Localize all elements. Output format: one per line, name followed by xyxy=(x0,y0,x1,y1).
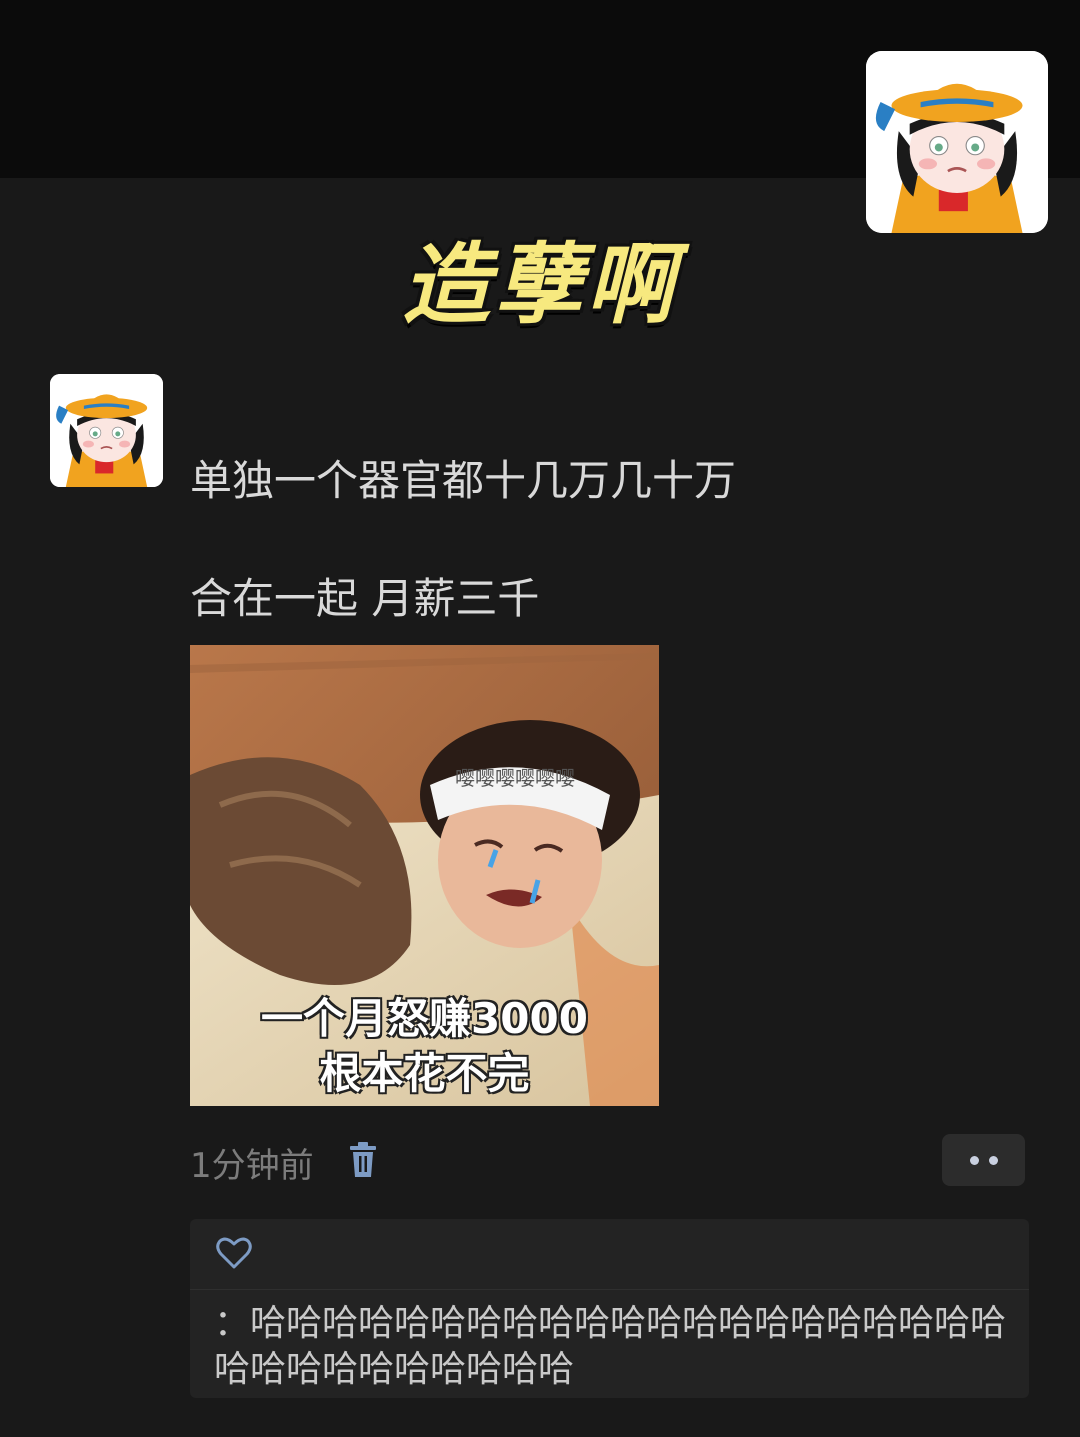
more-options-button[interactable] xyxy=(942,1134,1025,1186)
divider xyxy=(190,1289,1029,1290)
comment-separator: ： xyxy=(214,1303,251,1344)
profile-avatar-large[interactable] xyxy=(866,51,1048,233)
post-username[interactable] xyxy=(192,398,222,416)
comment: ：哈哈哈哈哈哈哈哈哈哈哈哈哈哈哈哈哈哈哈哈哈哈哈哈哈哈哈哈哈哈哈 xyxy=(214,1301,1014,1393)
image-caption-line-1: 一个月怒赚3000 xyxy=(261,994,588,1043)
banner-title: 造孽啊 xyxy=(401,232,678,336)
post-timestamp: 1分钟前 xyxy=(190,1146,314,1186)
image-caption-line-2: 根本花不完 xyxy=(319,1049,530,1098)
heart-icon[interactable] xyxy=(216,1236,252,1270)
cartoon-avatar-art xyxy=(50,374,163,487)
likes-row xyxy=(190,1219,1029,1289)
more-dots-icon xyxy=(969,1155,979,1165)
post-author-avatar[interactable] xyxy=(50,374,163,487)
more-dots-icon xyxy=(988,1155,998,1165)
comment-text: 哈哈哈哈哈哈哈哈哈哈哈哈哈哈哈哈哈哈哈哈哈哈哈哈哈哈哈哈哈哈哈 xyxy=(214,1303,1007,1390)
trash-icon[interactable] xyxy=(348,1142,378,1178)
cartoon-avatar-art xyxy=(866,51,1048,233)
likes-comments-panel: ：哈哈哈哈哈哈哈哈哈哈哈哈哈哈哈哈哈哈哈哈哈哈哈哈哈哈哈哈哈哈哈 xyxy=(190,1219,1029,1398)
post-text-line-1: 单独一个器官都十几万几十万 xyxy=(190,456,737,505)
post-text-line-2: 合在一起 月薪三千 xyxy=(190,574,540,623)
headband-text: 嘤嘤嘤嘤嘤嘤 xyxy=(455,766,575,790)
